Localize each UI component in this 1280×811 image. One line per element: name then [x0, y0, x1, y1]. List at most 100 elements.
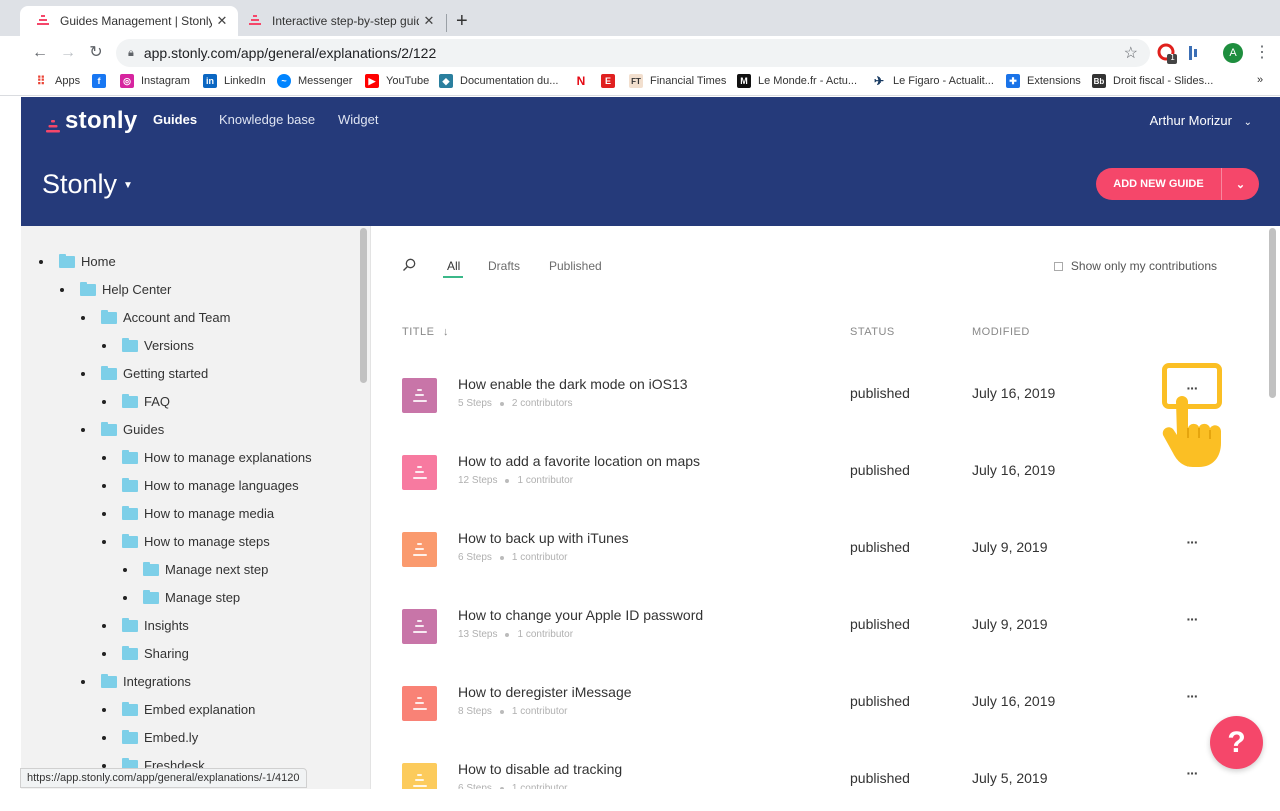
browser-menu-icon[interactable]: ⋮ — [1254, 42, 1270, 62]
more-options-icon[interactable]: ··· — [1182, 765, 1202, 781]
tab-close-icon[interactable]: ✕ — [212, 13, 232, 29]
help-button[interactable]: ? — [1210, 716, 1263, 769]
bookmark-item[interactable]: M Le Monde.fr - Actu... — [737, 74, 857, 88]
back-arrow-icon[interactable]: ← — [28, 42, 52, 66]
sidebar-folder-item[interactable]: How to manage languages — [102, 477, 299, 493]
bookmark-item[interactable]: ✈ Le Figaro - Actualit... — [872, 74, 994, 88]
more-bookmarks-icon[interactable]: » — [1257, 74, 1263, 86]
guide-row[interactable]: How to change your Apple ID password 13 S… — [402, 601, 1237, 678]
sidebar-folder-item[interactable]: Home — [39, 253, 116, 269]
bookmark-item[interactable]: in LinkedIn — [203, 74, 266, 88]
bookmark-item[interactable]: E — [601, 74, 622, 88]
guide-title[interactable]: How to disable ad tracking — [458, 761, 622, 777]
sidebar-folder-item[interactable]: Help Center — [60, 281, 171, 297]
bookmark-item[interactable]: FT Financial Times — [629, 74, 726, 88]
main-scrollbar[interactable] — [1269, 228, 1276, 398]
le-monde-icon: M — [737, 74, 751, 88]
sidebar-folder-item[interactable]: FAQ — [102, 393, 171, 409]
sidebar-folder-label: Manage next step — [165, 562, 269, 577]
guides-list-panel: All Drafts Published Show only my contri… — [372, 226, 1267, 789]
sidebar-folder-item[interactable]: How to manage media — [102, 505, 275, 521]
droit-fiscal-icon: Bb — [1092, 74, 1106, 88]
e-icon: E — [601, 74, 615, 88]
bookmark-item[interactable]: f — [92, 74, 113, 88]
lock-icon: 🔒︎ — [128, 46, 134, 59]
add-new-guide-button[interactable]: ADD NEW GUIDE ⌄ — [1096, 168, 1259, 200]
bookmark-label: Apps — [55, 75, 81, 87]
sidebar-folder-label: How to manage media — [144, 506, 275, 521]
forward-arrow-icon[interactable]: → — [56, 42, 80, 66]
bookmark-item[interactable]: ▶ YouTube — [365, 74, 429, 88]
sidebar-folder-item[interactable]: Manage next step — [123, 561, 269, 577]
guide-row[interactable]: How to add a favorite location on maps 12… — [402, 447, 1237, 524]
bullet-icon — [102, 707, 106, 712]
tab-close-icon[interactable]: ✕ — [419, 13, 439, 29]
sidebar-folder-label: FAQ — [144, 394, 171, 409]
address-bar[interactable]: 🔒︎ app.stonly.com/app/general/explanatio… — [116, 39, 1150, 67]
contributions-filter[interactable]: Show only my contributions — [1053, 259, 1217, 273]
new-tab-icon[interactable]: + — [456, 10, 468, 33]
folder-icon — [59, 253, 75, 268]
bookmark-item[interactable]: ◆ Documentation du... — [439, 74, 558, 88]
sidebar-folder-item[interactable]: Account and Team — [81, 309, 230, 325]
nav-guides[interactable]: Guides — [153, 112, 197, 127]
stonly-logo[interactable]: stonly — [45, 107, 137, 135]
sidebar-folder-item[interactable]: Getting started — [81, 365, 208, 381]
more-options-icon[interactable]: ··· — [1182, 688, 1202, 704]
guide-steps: 6 Steps — [458, 783, 492, 789]
bookmark-item[interactable]: Bb Droit fiscal - Slides... — [1092, 74, 1213, 88]
browser-tab-active[interactable]: Guides Management | Stonly ✕ — [20, 6, 238, 36]
sidebar-folder-item[interactable]: Integrations — [81, 673, 191, 689]
nav-knowledge-base[interactable]: Knowledge base — [219, 112, 315, 127]
search-icon[interactable] — [402, 258, 416, 272]
filter-all[interactable]: All — [447, 259, 460, 273]
guide-row[interactable]: How enable the dark mode on iOS13 5 Steps… — [402, 370, 1237, 447]
guide-meta: 6 Steps 1 contributor — [458, 552, 568, 563]
guide-title[interactable]: How to add a favorite location on maps — [458, 453, 700, 469]
sidebar-scrollbar[interactable] — [360, 228, 367, 383]
contributions-checkbox[interactable] — [1053, 261, 1063, 271]
contributions-label: Show only my contributions — [1070, 259, 1217, 273]
guide-title[interactable]: How to back up with iTunes — [458, 530, 629, 546]
more-options-icon[interactable]: ··· — [1182, 611, 1202, 627]
more-options-icon[interactable]: ··· — [1182, 534, 1202, 550]
guide-title[interactable]: How to deregister iMessage — [458, 684, 632, 700]
sidebar-folder-item[interactable]: Insights — [102, 617, 189, 633]
linkedin-icon: in — [203, 74, 217, 88]
filter-drafts[interactable]: Drafts — [488, 259, 520, 273]
sidebar-folder-item[interactable]: Versions — [102, 337, 194, 353]
guide-row[interactable]: How to deregister iMessage 8 Steps 1 contr… — [402, 678, 1237, 755]
profile-avatar[interactable]: A — [1223, 43, 1243, 63]
folder-icon — [122, 393, 138, 408]
tab-separator — [446, 14, 447, 32]
guide-title[interactable]: How enable the dark mode on iOS13 — [458, 376, 688, 392]
sidebar-folder-item[interactable]: Guides — [81, 421, 164, 437]
bookmark-item[interactable]: N — [574, 74, 595, 88]
chevron-down-icon[interactable]: ⌄ — [1222, 178, 1259, 191]
bookmark-star-icon[interactable]: ☆ — [1124, 43, 1138, 63]
sidebar-folder-item[interactable]: Manage step — [123, 589, 240, 605]
bookmark-item[interactable]: ✚ Extensions — [1006, 74, 1081, 88]
filter-published[interactable]: Published — [549, 259, 602, 273]
sidebar-folder-item[interactable]: Embed explanation — [102, 701, 255, 717]
workspace-selector[interactable]: Stonly ▼ — [42, 169, 133, 200]
sidebar-folder-item[interactable]: Embed.ly — [102, 729, 198, 745]
user-menu[interactable]: Arthur Morizur ⌄ — [1150, 113, 1252, 128]
bookmark-item[interactable]: ◎ Instagram — [120, 74, 190, 88]
guide-row[interactable]: How to disable ad tracking 6 Steps 1 contr… — [402, 755, 1237, 789]
bookmark-item[interactable]: ~ Messenger — [277, 74, 352, 88]
bookmark-item[interactable]: ⠿ Apps — [34, 74, 80, 88]
guide-row[interactable]: How to back up with iTunes 6 Steps 1 contr… — [402, 524, 1237, 601]
column-header-title[interactable]: TITLE ↓ — [402, 326, 449, 338]
nav-widget[interactable]: Widget — [338, 112, 378, 127]
browser-tab-inactive[interactable]: Interactive step-by-step guides ✕ — [240, 6, 445, 36]
sidebar-folder-item[interactable]: How to manage explanations — [102, 449, 312, 465]
sidebar-folder-item[interactable]: Sharing — [102, 645, 189, 661]
guide-title[interactable]: How to change your Apple ID password — [458, 607, 703, 623]
sidebar-folder-item[interactable]: How to manage steps — [102, 533, 270, 549]
reload-icon[interactable]: ↻ — [84, 42, 108, 66]
extension-bars-icon[interactable] — [1187, 43, 1207, 63]
folder-icon — [101, 309, 117, 324]
opera-extension-icon[interactable]: 1 — [1157, 43, 1177, 64]
guide-modified-date: July 9, 2019 — [972, 616, 1048, 632]
